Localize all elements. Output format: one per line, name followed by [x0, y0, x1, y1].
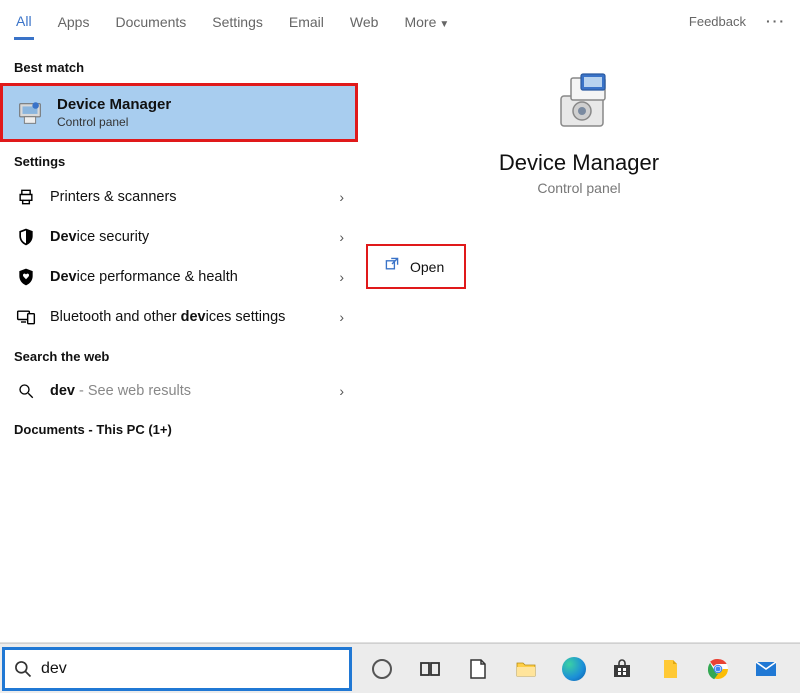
search-icon [5, 659, 41, 679]
open-external-icon [384, 256, 400, 277]
chevron-right-icon: › [339, 309, 344, 325]
taskbar-search-box[interactable] [2, 647, 352, 691]
settings-item-security[interactable]: Device security › [0, 217, 358, 257]
documents-header: Documents - This PC (1+) [0, 410, 358, 445]
settings-item-bluetooth[interactable]: Bluetooth and other devices settings › [0, 297, 358, 337]
settings-header: Settings [0, 142, 358, 177]
printer-icon [14, 187, 38, 207]
search-icon [14, 382, 38, 400]
tab-web[interactable]: Web [348, 4, 381, 38]
open-label: Open [410, 259, 444, 275]
file-explorer-icon[interactable] [504, 646, 548, 692]
libreoffice-icon[interactable] [456, 646, 500, 692]
search-panel: All Apps Documents Settings Email Web Mo… [0, 0, 800, 643]
best-match-title: Device Manager [57, 96, 171, 113]
best-match-result[interactable]: Device Manager Control panel [3, 86, 355, 139]
device-manager-icon [15, 98, 45, 128]
tab-apps[interactable]: Apps [56, 4, 92, 38]
web-result-item[interactable]: dev - See web results › [0, 372, 358, 410]
tabs-bar: All Apps Documents Settings Email Web Mo… [0, 0, 800, 42]
store-icon[interactable] [600, 646, 644, 692]
taskbar [0, 643, 800, 693]
best-match-subtitle: Control panel [57, 115, 171, 129]
chevron-right-icon: › [339, 269, 344, 285]
device-manager-large-icon [543, 66, 615, 134]
search-input[interactable] [41, 656, 349, 682]
feedback-link[interactable]: Feedback [689, 14, 746, 29]
chevron-right-icon: › [339, 229, 344, 245]
open-button[interactable]: Open [368, 246, 464, 287]
web-result-label: dev - See web results [50, 383, 339, 399]
chrome-icon[interactable] [696, 646, 740, 692]
shield-icon [14, 227, 38, 247]
tab-settings[interactable]: Settings [210, 4, 265, 38]
document-icon[interactable] [648, 646, 692, 692]
tab-more[interactable]: More▼ [402, 4, 451, 38]
annotation-open-action: Open [366, 244, 466, 289]
settings-item-label: Device security [50, 229, 339, 245]
detail-title: Device Manager [499, 150, 659, 176]
heart-shield-icon [14, 267, 38, 287]
best-match-header: Best match [0, 48, 358, 83]
mail-icon[interactable] [744, 646, 788, 692]
task-view-icon[interactable] [408, 646, 452, 692]
chevron-right-icon: › [339, 189, 344, 205]
detail-column: Device Manager Control panel Open [358, 42, 800, 642]
chevron-right-icon: › [339, 383, 344, 399]
detail-subtitle: Control panel [537, 180, 620, 196]
edge-icon[interactable] [552, 646, 596, 692]
devices-icon [14, 307, 38, 327]
annotation-best-match: Device Manager Control panel [0, 83, 358, 142]
cortana-icon[interactable] [360, 646, 404, 692]
tab-email[interactable]: Email [287, 4, 326, 38]
overflow-menu-icon[interactable]: ··· [766, 13, 786, 29]
settings-item-performance[interactable]: Device performance & health › [0, 257, 358, 297]
search-web-header: Search the web [0, 337, 358, 372]
results-column: Best match Device Manager Control panel … [0, 42, 358, 642]
settings-item-label: Device performance & health [50, 269, 339, 285]
settings-item-printers[interactable]: Printers & scanners › [0, 177, 358, 217]
tab-all[interactable]: All [14, 3, 34, 40]
main-split: Best match Device Manager Control panel … [0, 42, 800, 642]
settings-item-label: Bluetooth and other devices settings [50, 309, 339, 325]
taskbar-icons [354, 646, 788, 692]
tab-documents[interactable]: Documents [113, 4, 188, 38]
settings-item-label: Printers & scanners [50, 189, 339, 205]
